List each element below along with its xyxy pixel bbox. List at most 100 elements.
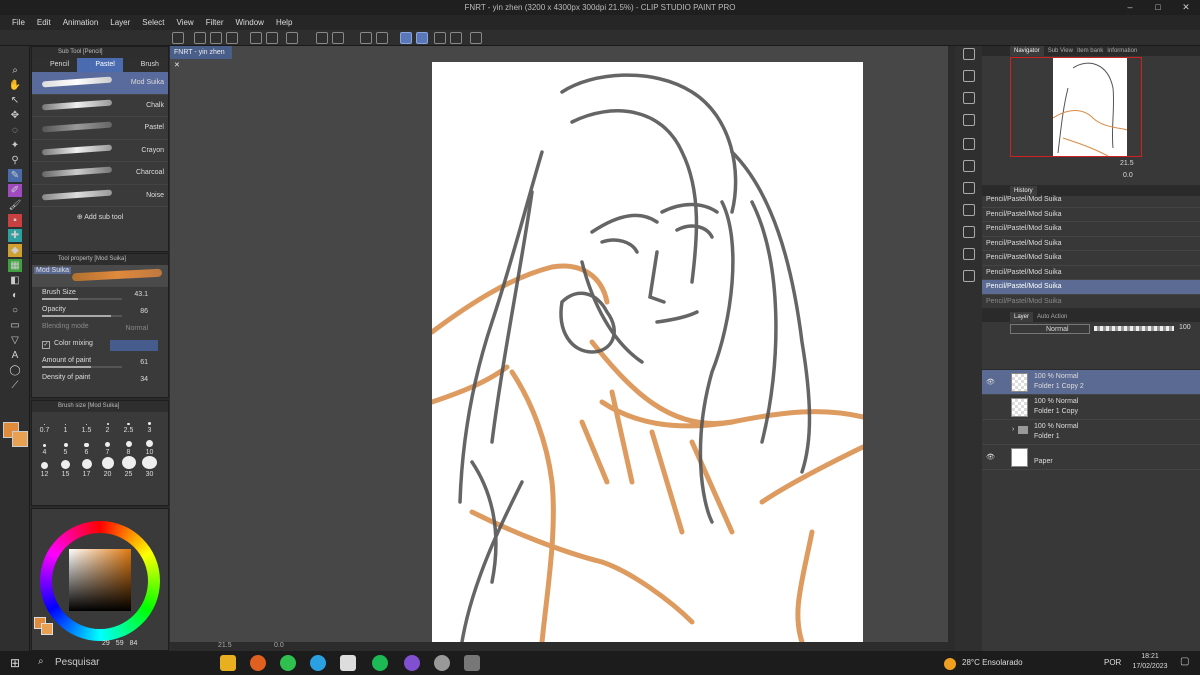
minimize-button[interactable]: –	[1116, 0, 1144, 15]
brush-size-option[interactable]: 6	[76, 434, 97, 456]
history-item-selected[interactable]: Pencil/Pastel/Mod Suika	[982, 280, 1200, 295]
maximize-button[interactable]: □	[1144, 0, 1172, 15]
menu-file[interactable]: File	[6, 15, 31, 30]
brush-size-option[interactable]: 30	[139, 456, 160, 478]
saturation-square[interactable]	[69, 549, 131, 611]
language-indicator[interactable]: POR	[1104, 658, 1121, 667]
expand-icon[interactable]: ›	[1012, 426, 1014, 433]
favorite-icon[interactable]	[963, 70, 975, 82]
sub-color-chip[interactable]	[41, 623, 53, 635]
brush-size-option[interactable]: 10	[139, 434, 160, 456]
hand-icon[interactable]: ✋	[8, 79, 22, 92]
fill-tool-icon[interactable]: ◧	[8, 274, 22, 287]
brush-size-option[interactable]: 3	[139, 412, 160, 434]
whatsapp-icon[interactable]	[280, 655, 296, 671]
layer-row[interactable]: 100 % Normal Folder 1 Copy	[982, 395, 1200, 420]
gallery-icon[interactable]	[963, 160, 975, 172]
brush-item[interactable]: Mod Suika	[32, 72, 168, 95]
stabilize-icon[interactable]	[400, 32, 412, 44]
brush-size-slider[interactable]: Brush Size 43.1	[32, 287, 168, 304]
folder-icon[interactable]	[963, 204, 975, 216]
clip-studio-paint-icon[interactable]	[464, 655, 480, 671]
close-panel-icon[interactable]	[963, 114, 975, 126]
search-icon[interactable]	[963, 48, 975, 60]
preview-icon[interactable]	[963, 248, 975, 260]
pencil-icon[interactable]: ✐	[8, 184, 22, 197]
tab-auto-action[interactable]: Auto Action	[1037, 312, 1067, 322]
image-icon[interactable]	[963, 182, 975, 194]
close-button[interactable]: ✕	[1172, 0, 1200, 15]
redo-icon[interactable]	[266, 32, 278, 44]
close-tab-icon[interactable]: ✕	[174, 62, 180, 69]
brush-size-option[interactable]: 2.5	[118, 412, 139, 434]
decoration-icon[interactable]: ✚	[8, 229, 22, 242]
menu-view[interactable]: View	[171, 15, 200, 30]
magic-wand-icon[interactable]: ✦	[8, 139, 22, 152]
menu-window[interactable]: Window	[230, 15, 270, 30]
tab-sub-view[interactable]: Sub View	[1048, 46, 1073, 56]
history-item[interactable]: Pencil/Pastel/Mod Suika	[982, 251, 1200, 266]
eraser-icon[interactable]: ◆	[8, 244, 22, 257]
drawing-canvas[interactable]	[432, 62, 863, 642]
brush-item[interactable]: Charcoal	[32, 162, 168, 185]
tab-pencil[interactable]: Pencil	[32, 58, 77, 72]
weather-text[interactable]: 28°C Ensolarado	[962, 658, 1023, 667]
ruler-icon[interactable]	[434, 32, 446, 44]
density-slider[interactable]: Density of paint 34	[32, 372, 168, 389]
brush-size-option[interactable]: 12	[34, 456, 55, 478]
brush-size-option[interactable]: 0.7	[34, 412, 55, 434]
brush-size-option[interactable]: 25	[118, 456, 139, 478]
help-icon[interactable]	[470, 32, 482, 44]
menu-edit[interactable]: Edit	[31, 15, 57, 30]
clear-outside-icon[interactable]	[376, 32, 388, 44]
brush-icon[interactable]: 🖌	[8, 199, 22, 212]
frame-icon[interactable]: ▭	[8, 319, 22, 332]
layer-row[interactable]: 👁 100 % Normal Folder 1 Copy 2	[982, 370, 1200, 395]
amount-slider[interactable]: Amount of paint 61	[32, 355, 168, 372]
transform-icon[interactable]	[332, 32, 344, 44]
brush-size-option[interactable]: 7	[97, 434, 118, 456]
new-file-icon[interactable]	[194, 32, 206, 44]
brush-item[interactable]: Pastel	[32, 117, 168, 140]
angle-value[interactable]: 0.0	[274, 642, 284, 649]
text-icon[interactable]: A	[8, 349, 22, 362]
brush-size-option[interactable]: 4	[34, 434, 55, 456]
notification-icon[interactable]: ▢	[1180, 656, 1189, 667]
brush-item[interactable]: Noise	[32, 185, 168, 207]
home-icon[interactable]	[172, 32, 184, 44]
save-icon[interactable]	[226, 32, 238, 44]
taskbar-search[interactable]: Pesquisar	[55, 657, 99, 668]
material-icon[interactable]	[963, 92, 975, 104]
tab-navigator[interactable]: Navigator	[1010, 46, 1044, 56]
history-item[interactable]: Pencil/Pastel/Mod Suika	[982, 208, 1200, 222]
add-sub-tool-button[interactable]: ⊕ Add sub tool	[32, 207, 168, 229]
clear-icon[interactable]	[360, 32, 372, 44]
import-icon[interactable]	[963, 138, 975, 150]
clock-date[interactable]: 17/02/2023	[1125, 663, 1175, 670]
layer-row[interactable]: › 100 % Normal Folder 1	[982, 420, 1200, 445]
slack-icon[interactable]	[340, 655, 356, 671]
snap-icon[interactable]	[450, 32, 462, 44]
menu-layer[interactable]: Layer	[104, 15, 136, 30]
messenger-icon[interactable]	[404, 655, 420, 671]
menu-animation[interactable]: Animation	[57, 15, 105, 30]
document-tab[interactable]: FNRT - yin zhen ✕	[170, 46, 232, 69]
loading-icon[interactable]	[286, 32, 298, 44]
balloon-icon[interactable]: ◯	[8, 364, 22, 377]
brush-size-option[interactable]: 20	[97, 456, 118, 478]
history-item[interactable]: Pencil/Pastel/Mod Suika	[982, 295, 1200, 306]
eye-icon[interactable]: 👁	[986, 378, 995, 386]
brush-item[interactable]: Chalk	[32, 95, 168, 117]
move-icon[interactable]: ✥	[8, 109, 22, 122]
brush-size-option[interactable]: 5	[55, 434, 76, 456]
sub-view-icon[interactable]	[963, 270, 975, 282]
eyedropper-icon[interactable]: ⚲	[8, 154, 22, 167]
operation-icon[interactable]: ↖	[8, 94, 22, 107]
fill-icon[interactable]	[316, 32, 328, 44]
open-icon[interactable]	[210, 32, 222, 44]
firefox-icon[interactable]	[250, 655, 266, 671]
search-icon[interactable]: ⌕	[38, 656, 44, 667]
menu-select[interactable]: Select	[136, 15, 170, 30]
opacity-slider[interactable]: Opacity 86	[32, 304, 168, 321]
mixing-mode-buttons[interactable]	[110, 340, 158, 351]
